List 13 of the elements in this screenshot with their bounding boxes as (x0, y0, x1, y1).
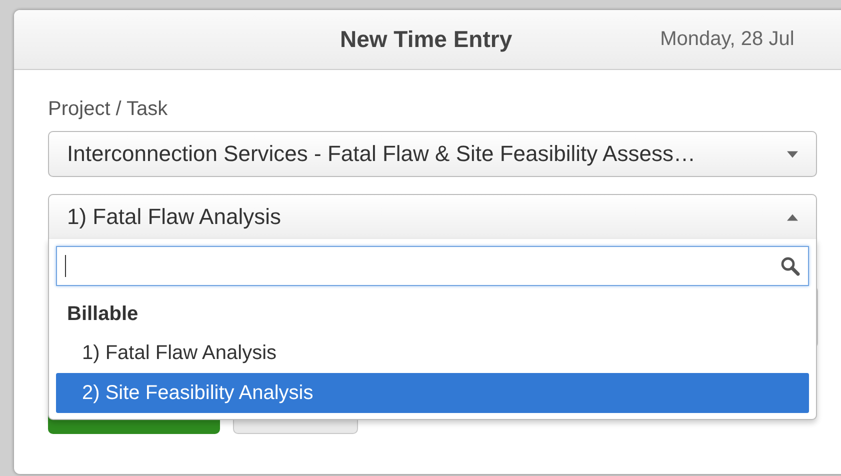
date-label: Monday, 28 Jul (660, 28, 794, 51)
selected-value: 1) Fatal Flaw Analysis (67, 204, 281, 230)
field-label: Project / Task (48, 98, 169, 122)
selected-value: Interconnection Services - Fatal Flaw & Site Feasibility Assess… (67, 141, 696, 167)
dialog-title: New Time Entry (340, 26, 512, 53)
group-heading: Billable (66, 302, 140, 327)
text-cursor (65, 255, 66, 277)
search-field[interactable] (56, 246, 809, 286)
dropdown-option[interactable]: 2) Site Feasibility Analysis (56, 373, 809, 413)
task-dropdown[interactable]: 1) Fatal Flaw Analysis (48, 194, 817, 240)
project-dropdown[interactable]: Interconnection Services - Fatal Flaw & Site Feasibility Assess… (48, 131, 817, 177)
dropdown-option[interactable]: 1) Fatal Flaw Analysis (56, 333, 809, 373)
search-icon (780, 256, 800, 276)
